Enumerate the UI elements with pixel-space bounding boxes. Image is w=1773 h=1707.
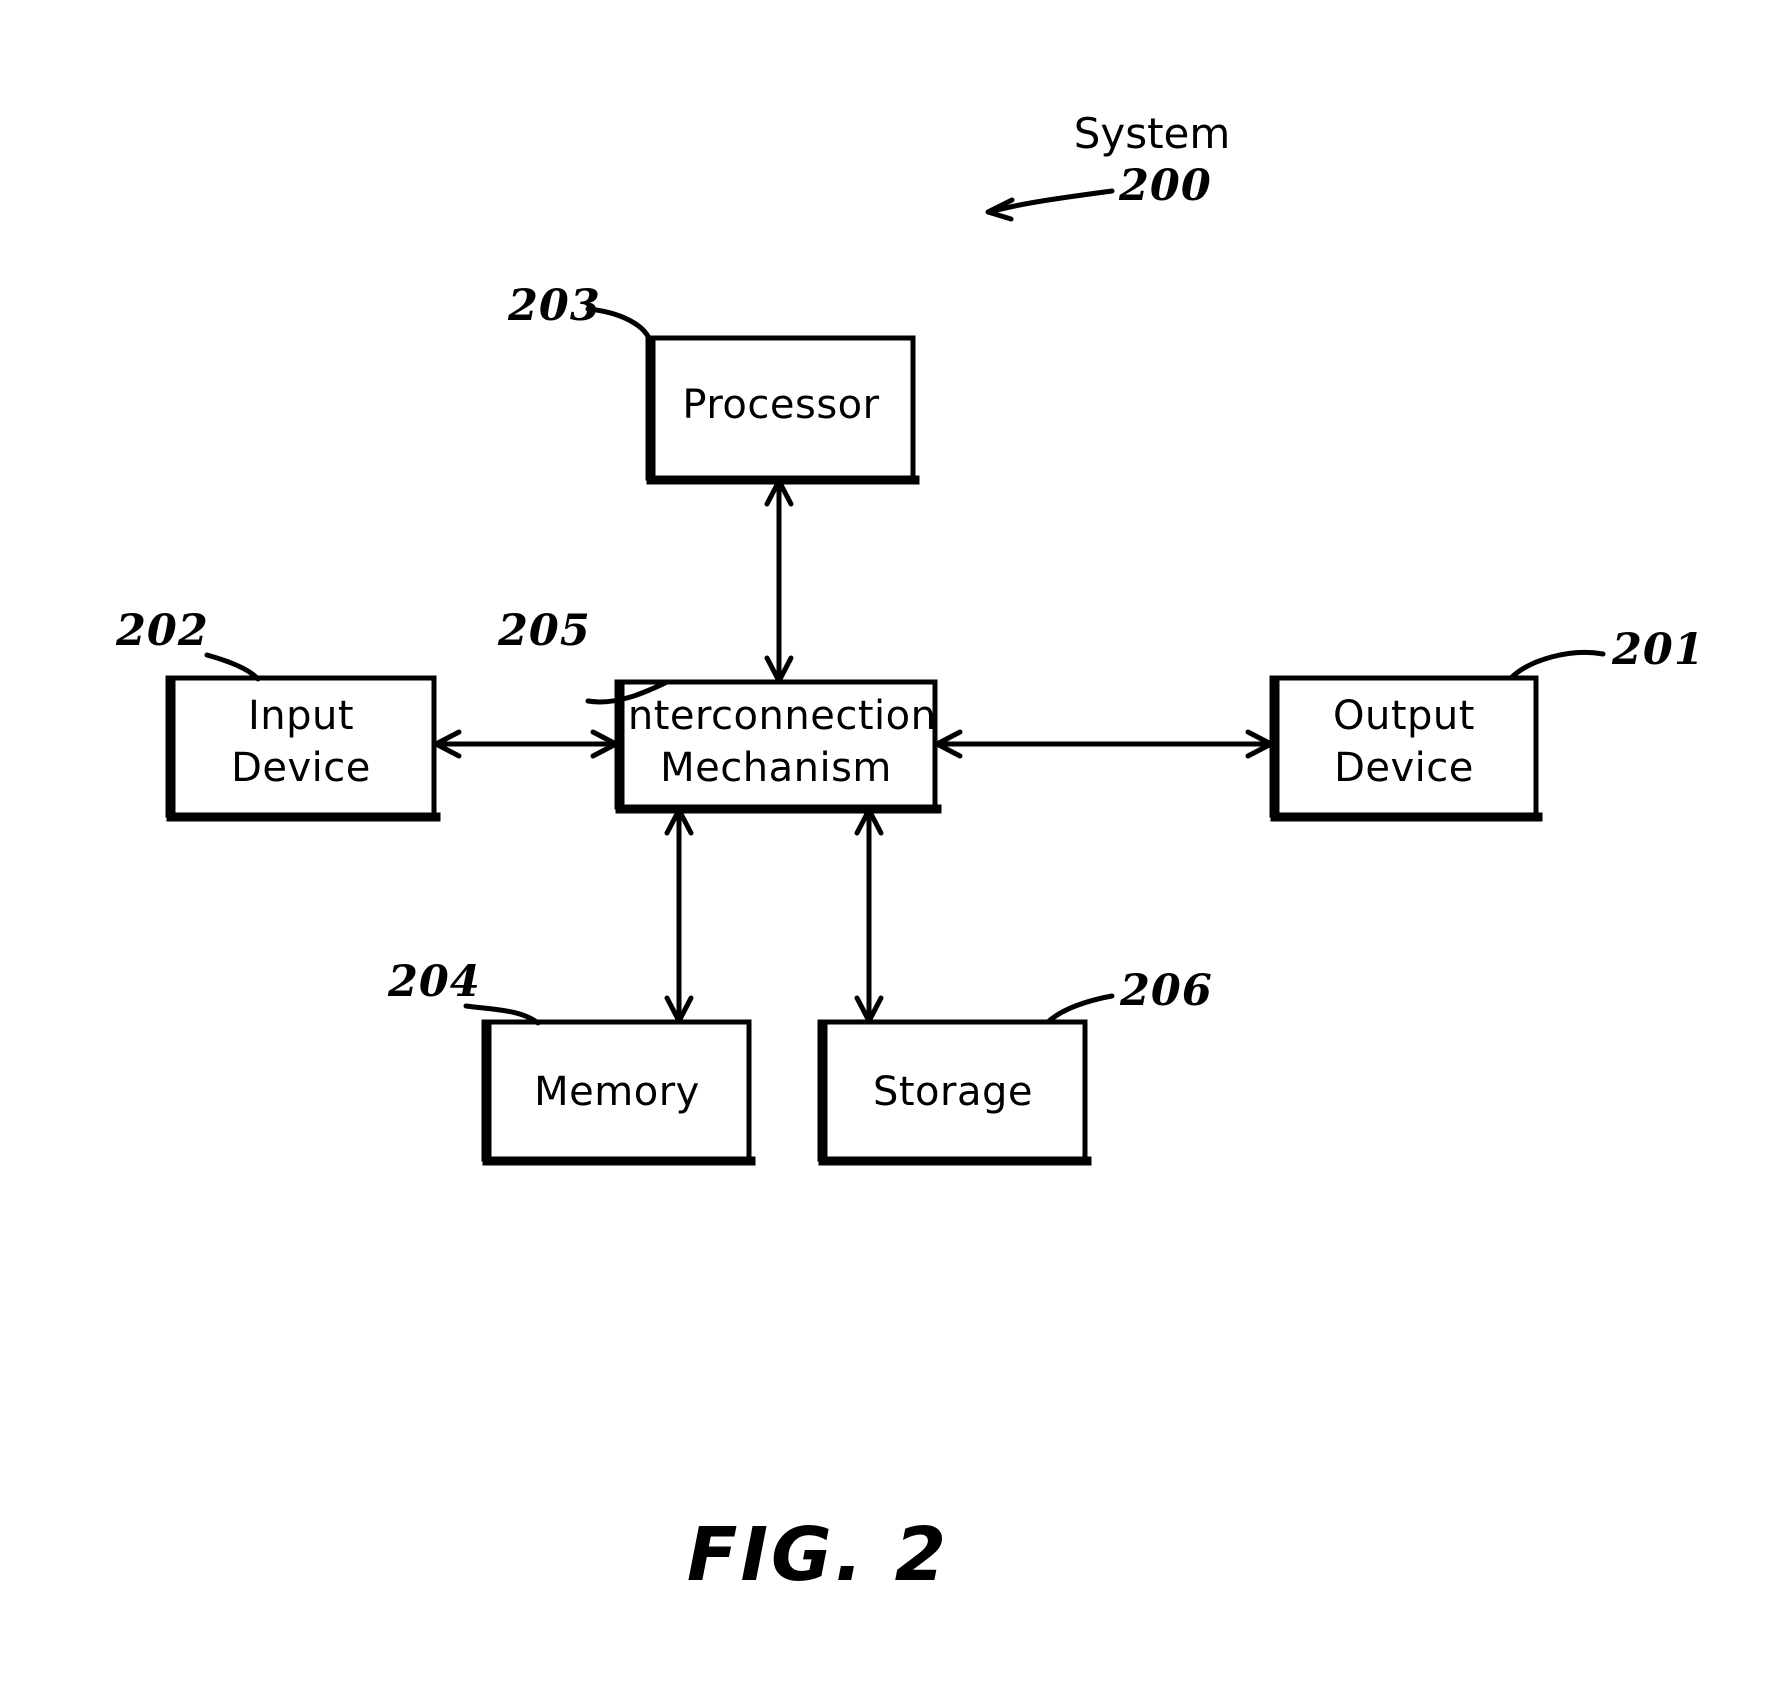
storage-numeral: 206 — [1119, 966, 1213, 1016]
output-device-label-line1: Output — [1333, 693, 1475, 739]
block-interconnection-mechanism: Interconnection Mechanism 205 — [497, 606, 942, 814]
connector-interconnection-output — [934, 729, 1274, 759]
input-device-label-line1: Input — [248, 693, 354, 739]
memory-numeral: 204 — [387, 957, 481, 1007]
output-device-leader-line — [1509, 649, 1606, 680]
output-device-numeral: 201 — [1611, 625, 1705, 675]
figure-caption: FIG. 2 — [687, 1512, 949, 1598]
block-memory: Memory 204 — [387, 957, 756, 1166]
connector-input-interconnection — [433, 729, 619, 759]
connector-interconnection-memory — [664, 807, 694, 1024]
system-callout-numeral: 200 — [1118, 161, 1212, 211]
connector-processor-interconnection — [764, 478, 794, 684]
storage-label: Storage — [873, 1069, 1033, 1115]
input-device-label-line2: Device — [231, 745, 371, 791]
patent-figure-canvas: System 200 Processor 203 Interconnection… — [0, 0, 1773, 1707]
interconnection-numeral: 205 — [497, 606, 591, 656]
system-callout: System 200 — [985, 109, 1231, 222]
processor-numeral: 203 — [507, 281, 601, 331]
system-callout-word: System — [1074, 109, 1231, 158]
connector-interconnection-storage — [854, 807, 884, 1024]
input-device-numeral: 202 — [115, 606, 209, 656]
interconnection-label-line1: Interconnection — [616, 693, 937, 739]
processor-label: Processor — [682, 382, 879, 428]
output-device-label-line2: Device — [1334, 745, 1474, 791]
block-storage: Storage 206 — [817, 966, 1213, 1166]
memory-label: Memory — [534, 1069, 700, 1115]
input-device-leader-line — [204, 652, 261, 682]
storage-leader-line — [1045, 993, 1115, 1025]
block-input-device: Input Device 202 — [115, 606, 441, 822]
block-processor: Processor 203 — [507, 281, 920, 485]
interconnection-label-line2: Mechanism — [660, 745, 892, 791]
block-output-device: Output Device 201 — [1269, 625, 1705, 822]
figure-2-diagram: System 200 Processor 203 Interconnection… — [115, 109, 1705, 1598]
